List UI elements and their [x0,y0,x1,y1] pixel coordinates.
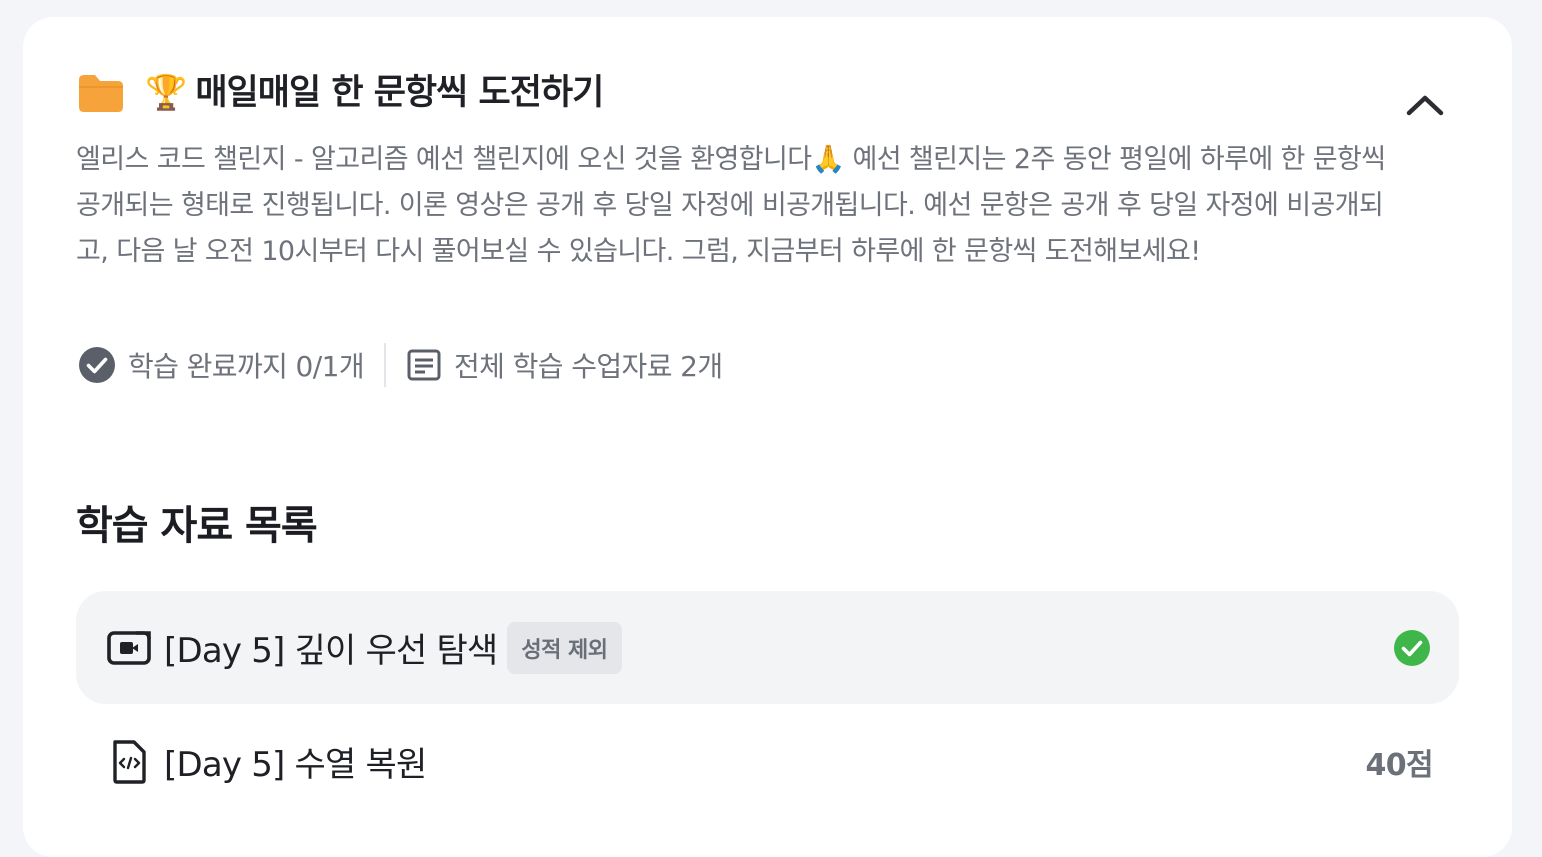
check-circle-icon [1394,629,1430,666]
lesson-status: 40점 [1365,740,1433,784]
code-file-icon [113,739,146,784]
check-circle-icon [79,347,115,383]
folder-icon [79,75,123,112]
section-title: 매일매일 한 문항씩 도전하기 [195,73,604,113]
materials-list-heading: 학습 자료 목록 [76,503,318,549]
trophy-icon: 🏆 [145,73,188,113]
list-item-lesson-video[interactable]: [Day 5] 깊이 우선 탐색 성적 제외 [76,591,1459,704]
lesson-title: [Day 5] 깊이 우선 탐색 [164,631,498,671]
video-icon [107,630,151,665]
materials-info: 전체 학습 수업자료 2개 [406,345,723,385]
excluded-badge: 성적 제외 [507,621,622,674]
lesson-score: 40점 [1365,747,1433,783]
progress-info: 학습 완료까지 0/1개 [78,345,365,385]
progress-label: 학습 완료까지 0/1개 [128,350,365,383]
section-header: 🏆 매일매일 한 문항씩 도전하기 [77,72,604,114]
meta-divider [383,343,386,387]
document-icon [407,349,441,381]
chevron-up-icon [1406,95,1444,116]
collapse-button[interactable] [1401,85,1449,125]
lesson-status [1393,629,1431,667]
lesson-title: [Day 5] 수열 복원 [164,745,427,785]
section-meta: 학습 완료까지 0/1개 전체 학습 수업자료 2개 [78,343,723,387]
course-section-card: 🏆 매일매일 한 문항씩 도전하기 엘리스 코드 챌린지 - 알고리즘 예선 챌… [23,17,1512,857]
materials-label: 전체 학습 수업자료 2개 [453,350,723,383]
list-item-lesson-code[interactable]: [Day 5] 수열 복원 40점 [76,705,1459,818]
section-description: 엘리스 코드 챌린지 - 알고리즘 예선 챌린지에 오신 것을 환영합니다🙏 예… [76,144,1386,267]
